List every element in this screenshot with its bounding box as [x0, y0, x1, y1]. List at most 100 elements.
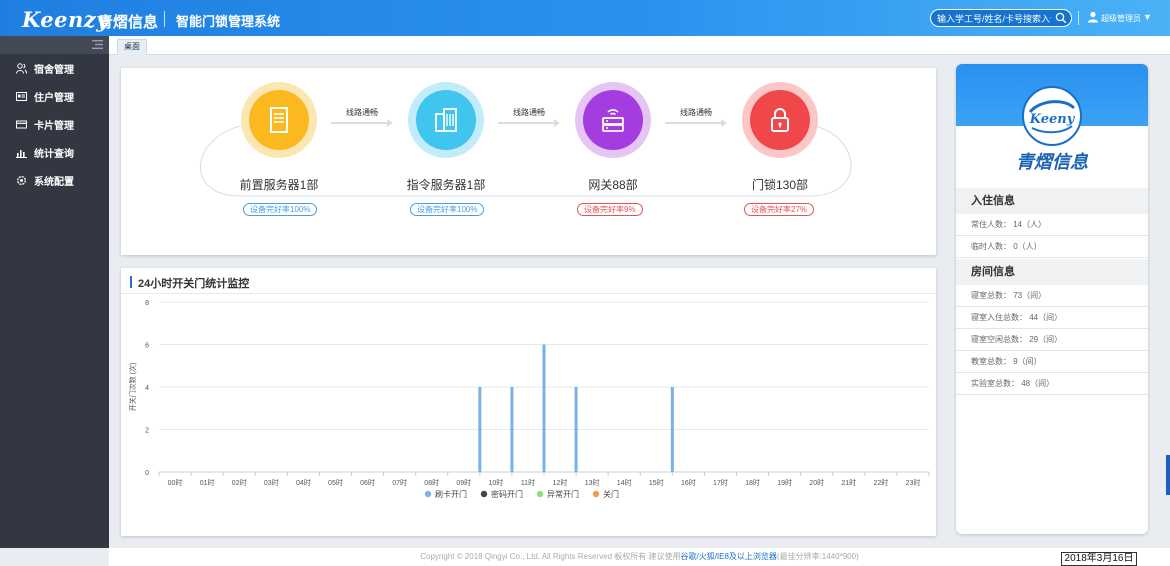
chart-title: 24小时开关门统计监控 [138, 278, 250, 290]
node-label: 前置服务器1部 [239, 178, 319, 192]
x-tick-label: 11时 [521, 478, 535, 487]
status-badge: 设备完好率27% [744, 203, 815, 216]
sidebar-item-statistics[interactable]: 统计查询 [0, 138, 109, 166]
y-tick-label: 6 [145, 343, 149, 350]
flow-connector-curve [200, 125, 852, 197]
summary-info-panel: Keeny 青熠信息 入住信息 常住人数： 14（人） 临时人数： 0（人） 房… [956, 64, 1148, 534]
arrow-right-icon [498, 119, 560, 127]
user-name[interactable]: 超级管理员 [1101, 13, 1141, 24]
router-icon [602, 109, 624, 132]
node-circle [416, 90, 476, 150]
brand-logo-icon: Keeny [1029, 100, 1076, 134]
search-input[interactable] [937, 12, 1051, 25]
scrollbar-thumb[interactable] [1166, 455, 1170, 495]
info-row: 实验室总数： 48（间） [956, 373, 1148, 395]
section-rooms-title: 房间信息 [956, 259, 1148, 285]
top-header: Keenzy 青熠信息 智能门锁管理系统 超级管理员 ▼ [0, 0, 1170, 36]
x-tick-label: 06时 [360, 478, 375, 487]
node-circle [750, 90, 810, 150]
x-tick-label: 20时 [809, 478, 824, 487]
chart-header: 24小时开关门统计监控 [121, 268, 936, 294]
link-status-label: 线路通畅 [680, 108, 712, 117]
tab-bar: 桌面 [109, 36, 1170, 55]
tab-desktop[interactable]: 桌面 [117, 39, 147, 55]
brand-logo[interactable]: Keenzy [22, 7, 109, 32]
x-tick-label: 09时 [456, 478, 471, 487]
sidebar-item-dormitory[interactable]: 宿舍管理 [0, 54, 109, 82]
info-row: 常住人数： 14（人） [956, 214, 1148, 236]
info-row: 寝室空闲总数： 29（间） [956, 329, 1148, 351]
sidebar-toolbar [0, 36, 109, 54]
x-tick-label: 04时 [296, 478, 311, 487]
section-occupancy-title: 入住信息 [956, 188, 1148, 214]
search-icon[interactable] [1055, 12, 1067, 24]
x-tick-label: 01时 [200, 478, 215, 487]
sidebar-item-label: 系统配置 [34, 176, 74, 188]
footer: Copyright © 2018 Qingyi Co., Ltd. All Ri… [109, 548, 1170, 566]
sidebar-item-residents[interactable]: 住户管理 [0, 82, 109, 110]
bar [574, 387, 578, 472]
legend-label: 关门 [603, 489, 619, 499]
y-tick-label: 0 [145, 470, 149, 477]
sidebar-item-settings[interactable]: 系统配置 [0, 166, 109, 194]
info-row: 寝室总数： 73（间） [956, 285, 1148, 307]
legend-marker [480, 490, 488, 498]
info-row: 临时人数： 0（人） [956, 236, 1148, 258]
x-tick-label: 22时 [873, 478, 888, 487]
x-tick-label: 23时 [906, 478, 921, 487]
sidebar-item-label: 宿舍管理 [34, 64, 74, 76]
node-circle [583, 90, 643, 150]
info-row: 寝室入住总数： 44（间） [956, 307, 1148, 329]
x-tick-label: 10时 [488, 478, 503, 487]
server-icon [270, 107, 288, 133]
sidebar-item-cards[interactable]: 卡片管理 [0, 110, 109, 138]
x-tick-label: 14时 [617, 478, 632, 487]
link-status-label: 线路通畅 [346, 108, 378, 117]
header-divider [164, 11, 165, 27]
x-tick-label: 15时 [649, 478, 664, 487]
arrow-right-icon [665, 119, 727, 127]
link-status-label: 线路通畅 [513, 108, 545, 117]
door-stats-chart: 0 2 4 6 8 开关门次数 (次) 00时 01时 02时 03时 04时 05时 06时 07时 08… [128, 300, 930, 499]
building-icon [435, 108, 457, 132]
arrow-right-icon [331, 119, 393, 127]
legend-label: 刷卡开门 [435, 489, 467, 499]
title-accent [130, 276, 132, 288]
x-tick-label: 17时 [713, 478, 728, 487]
legend-marker [536, 490, 544, 498]
x-tick-label: 13时 [585, 478, 600, 487]
x-tick-label: 05时 [328, 478, 343, 487]
footer-browser-link[interactable]: 谷歌/火狐/IE8及以上浏览器 [680, 552, 776, 561]
device-status-panel: 前置服务器1部 设备完好率100% 指令服务器1部 设备完好率100% 网关88… [121, 68, 936, 255]
brand-emblem: Keeny [1022, 86, 1082, 146]
lock-icon [771, 108, 789, 132]
date-display: 2018年3月16日 [1061, 552, 1137, 566]
card-icon [16, 120, 27, 128]
menu-toggle-icon[interactable] [92, 39, 103, 50]
node-circle [249, 90, 309, 150]
bar-chart-icon [16, 149, 27, 158]
sidebar-item-label: 卡片管理 [34, 120, 74, 132]
y-tick-label: 4 [145, 385, 149, 392]
brand-name: 青熠信息 [1016, 152, 1088, 173]
door-stats-panel: 24小时开关门统计监控 0 2 4 6 8 开关门次数 (次) 00时 01时 02时 03时 04… [121, 268, 936, 536]
node-label: 门锁130部 [751, 178, 809, 192]
sidebar: 宿舍管理 住户管理 卡片管理 统计查询 系统配置 [0, 36, 109, 548]
bar [478, 387, 482, 472]
brand-logo-cn: 青熠信息 [98, 14, 159, 31]
search-box [930, 9, 1072, 27]
status-badge: 设备完好率100% [243, 203, 318, 216]
x-tick-label: 21时 [841, 478, 856, 487]
sidebar-item-label: 统计查询 [34, 148, 74, 160]
bar [510, 387, 514, 472]
users-icon [16, 62, 27, 74]
id-card-icon [16, 91, 27, 101]
user-icon [1088, 11, 1098, 23]
brand-logo-text: Keeny [1029, 112, 1076, 127]
legend-marker [592, 490, 600, 498]
status-badge: 设备完好率9% [577, 203, 643, 216]
app-title: 智能门锁管理系统 [176, 14, 281, 29]
chevron-down-icon[interactable]: ▼ [1143, 12, 1152, 22]
bar [670, 387, 674, 472]
y-tick-label: 8 [145, 300, 149, 307]
